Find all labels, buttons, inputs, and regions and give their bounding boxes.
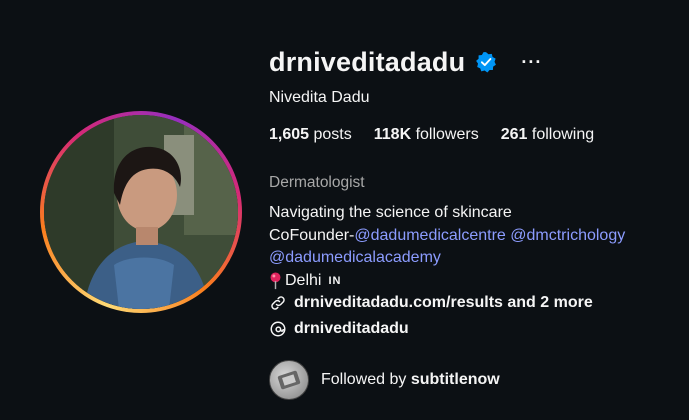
followers-stat[interactable]: 118K followers (374, 126, 479, 144)
bio-cofounder-prefix: CoFounder- (269, 226, 355, 244)
follower-avatar[interactable] (269, 360, 309, 400)
following-label: following (531, 126, 595, 143)
mention-link-dmctrichology[interactable]: @dmctrichology (510, 227, 625, 244)
posts-count: 1,605 (269, 126, 310, 143)
link-icon (271, 296, 285, 310)
location-row: Delhi IN (269, 270, 625, 293)
followers-label: followers (415, 126, 479, 143)
following-stat[interactable]: 261 following (501, 126, 594, 144)
profile-avatar-ring[interactable] (40, 111, 242, 313)
bio-line: Navigating the science of skincare (269, 204, 512, 221)
followed-by-row[interactable]: Followed by subtitlenow (269, 360, 500, 400)
more-options-icon[interactable]: ··· (521, 52, 542, 73)
threads-link[interactable]: drniveditadadu (294, 320, 409, 338)
website-link-row[interactable]: drniveditadadu.com/results and 2 more (269, 294, 593, 312)
website-link[interactable]: drniveditadadu.com/results and 2 more (294, 294, 593, 312)
following-count: 261 (500, 126, 528, 143)
posts-stat: 1,605 posts (269, 126, 352, 144)
followed-by-text: Followed by subtitlenow (321, 371, 500, 389)
bio-line: CoFounder-@dadumedicalcentre @dmctrichol… (269, 225, 625, 248)
followed-by-user[interactable]: subtitlenow (411, 371, 500, 388)
follower-avatar-image (277, 370, 301, 390)
profile-stats: 1,605 posts 118K followers 261 following (269, 126, 594, 144)
posts-label: posts (313, 126, 352, 143)
followers-count: 118K (373, 126, 412, 143)
threads-icon (270, 321, 286, 337)
mention-link-dadumedicalacademy[interactable]: @dadumedicalacademy (269, 249, 441, 266)
username: drniveditadadu (269, 46, 466, 77)
profile-avatar[interactable] (44, 115, 238, 309)
followed-by-prefix: Followed by (321, 371, 407, 388)
full-name: Nivedita Dadu (269, 89, 370, 106)
profile-category: Dermatologist (269, 174, 365, 191)
bio-line: @dadumedicalacademy (269, 247, 625, 270)
verified-badge-icon (476, 52, 497, 73)
country-code: IN (328, 274, 342, 287)
threads-link-row[interactable]: drniveditadadu (269, 320, 409, 338)
location-pin-icon (270, 272, 281, 289)
profile-bio: Navigating the science of skincare CoFou… (269, 202, 625, 292)
mention-link-dadumedicalcentre[interactable]: @dadumedicalcentre (354, 227, 505, 244)
avatar-portrait-image (44, 115, 238, 309)
location-text: Delhi (285, 271, 322, 289)
username-row: drniveditadadu ··· (269, 44, 542, 80)
